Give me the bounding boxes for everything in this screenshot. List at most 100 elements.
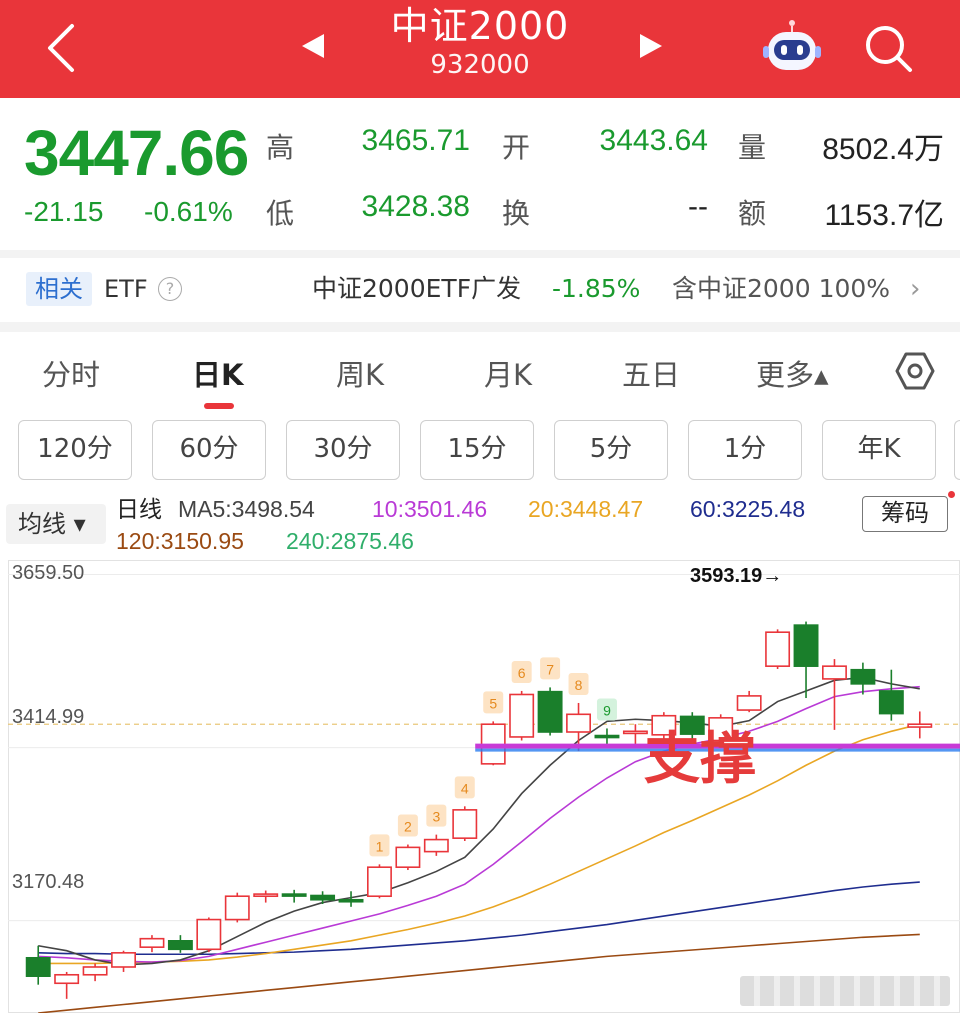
candle-down bbox=[594, 734, 620, 739]
price-change-percent: -0.61% bbox=[144, 196, 233, 227]
amount-value: 1153.7亿 bbox=[824, 199, 944, 232]
candle-up bbox=[907, 723, 933, 728]
top-bar: 中证2000 932000 bbox=[0, 0, 960, 98]
candle-up bbox=[452, 809, 478, 839]
candle-down bbox=[793, 624, 819, 667]
tab-five-day[interactable]: 五日 bbox=[622, 352, 680, 394]
related-tag: 相关 bbox=[26, 272, 92, 306]
sequence-marker: 4 bbox=[461, 780, 469, 796]
candle-down bbox=[850, 668, 876, 685]
volume-label: 量 bbox=[738, 131, 767, 164]
y-axis-label-top: 3659.50 bbox=[12, 562, 85, 584]
sequence-marker: 9 bbox=[603, 702, 611, 718]
support-annotation: 支撑 bbox=[644, 727, 756, 792]
candle-up bbox=[111, 952, 136, 968]
y-axis-label-low: 3170.48 bbox=[12, 871, 85, 893]
candle-up bbox=[367, 866, 392, 898]
active-tab-indicator bbox=[204, 403, 234, 409]
index-title: 中证2000 bbox=[390, 4, 570, 48]
candle-up bbox=[395, 846, 421, 868]
candle-up bbox=[196, 918, 222, 951]
amount-label: 额 bbox=[738, 197, 767, 230]
candle-up bbox=[82, 966, 108, 976]
ma120-value: 120:3150.95 bbox=[116, 528, 244, 554]
candle-down bbox=[878, 690, 904, 715]
period-60m[interactable]: 60分 bbox=[152, 420, 266, 480]
candle-up bbox=[423, 838, 449, 853]
period-15m[interactable]: 15分 bbox=[420, 420, 534, 480]
tab-daily-k[interactable]: 日K bbox=[192, 352, 243, 394]
next-index-icon[interactable] bbox=[638, 32, 664, 60]
high-label: 高 bbox=[266, 131, 295, 164]
candle-down bbox=[167, 940, 193, 951]
period-120m[interactable]: 120分 bbox=[18, 420, 132, 480]
sequence-marker: 6 bbox=[518, 665, 526, 681]
open-label: 开 bbox=[502, 131, 531, 164]
etf-change-percent: -1.85% bbox=[552, 274, 641, 303]
ma60-value: 60:3225.48 bbox=[690, 496, 806, 522]
back-arrow-icon[interactable] bbox=[40, 20, 90, 76]
turnover-value: -- bbox=[688, 190, 708, 223]
section-divider bbox=[0, 322, 960, 332]
tab-monthly-k[interactable]: 月K bbox=[484, 352, 532, 394]
candle-down bbox=[281, 893, 307, 897]
candle-up bbox=[54, 973, 80, 985]
sequence-marker: 3 bbox=[432, 809, 440, 825]
watermark bbox=[740, 976, 950, 1006]
settings-hexagon-icon[interactable] bbox=[894, 350, 936, 392]
sequence-marker: 5 bbox=[489, 695, 497, 711]
sequence-marker: 8 bbox=[575, 677, 583, 693]
tab-weekly-k[interactable]: 周K bbox=[336, 352, 384, 394]
title-block: 中证2000 932000 bbox=[330, 4, 630, 82]
help-icon[interactable]: ? bbox=[158, 277, 182, 301]
max-price-annotation: 3593.19→ bbox=[690, 565, 782, 587]
ma10-value: 10:3501.46 bbox=[372, 496, 488, 522]
period-year-k[interactable]: 年K bbox=[822, 420, 936, 480]
chip-distribution-button[interactable]: 筹码 bbox=[862, 496, 948, 532]
candle-down bbox=[310, 894, 336, 901]
index-code: 932000 bbox=[430, 50, 530, 80]
candle-down bbox=[25, 956, 51, 977]
previous-index-icon[interactable] bbox=[300, 32, 326, 60]
search-icon[interactable] bbox=[862, 22, 914, 74]
low-value: 3428.38 bbox=[361, 190, 470, 223]
candle-up bbox=[253, 893, 279, 898]
notification-dot bbox=[948, 491, 955, 498]
ma240-value: 240:2875.46 bbox=[286, 528, 414, 554]
period-30m[interactable]: 30分 bbox=[286, 420, 400, 480]
sequence-marker: 7 bbox=[546, 661, 554, 677]
etf-name[interactable]: 中证2000ETF广发 bbox=[312, 272, 521, 306]
sequence-marker: 2 bbox=[404, 819, 412, 835]
daily-label: 日线 bbox=[116, 496, 162, 522]
last-price: 3447.66 bbox=[24, 117, 249, 189]
robot-assistant-icon[interactable] bbox=[762, 18, 822, 74]
candle-up bbox=[224, 895, 250, 921]
candlestick-chart[interactable]: 1 2 3 4 5 6 7 8 9 3593.19→ 支撑 bbox=[8, 560, 960, 1013]
candle-up bbox=[822, 665, 847, 680]
period-1m[interactable]: 1分 bbox=[688, 420, 802, 480]
open-value: 3443.64 bbox=[599, 124, 708, 157]
candle-up bbox=[509, 693, 535, 738]
ma5-line bbox=[38, 676, 920, 966]
etf-label: ETF bbox=[104, 275, 148, 303]
volume-value: 8502.4万 bbox=[822, 133, 944, 166]
period-5m[interactable]: 5分 bbox=[554, 420, 668, 480]
y-axis-label-mid: 3414.99 bbox=[12, 706, 85, 728]
ma5-value: MA5:3498.54 bbox=[178, 496, 315, 522]
turnover-label: 换 bbox=[502, 197, 531, 230]
candle-up bbox=[139, 937, 165, 948]
tab-intraday[interactable]: 分时 bbox=[42, 352, 100, 394]
candle-up bbox=[566, 713, 591, 733]
period-overflow[interactable] bbox=[954, 420, 960, 480]
price-change: -21.15 bbox=[24, 196, 104, 227]
tab-more[interactable]: 更多▴ bbox=[756, 352, 829, 394]
ma-selector-dropdown[interactable]: 均线 ▾ bbox=[6, 504, 106, 544]
candle-down bbox=[537, 690, 563, 733]
candle-down bbox=[338, 898, 364, 903]
sequence-marker: 1 bbox=[376, 838, 384, 854]
etf-holding: 含中证2000 100% bbox=[672, 274, 891, 303]
low-label: 低 bbox=[266, 197, 295, 230]
high-value: 3465.71 bbox=[361, 124, 470, 157]
chevron-right-icon[interactable]: › bbox=[910, 272, 920, 306]
ma20-value: 20:3448.47 bbox=[528, 496, 644, 522]
